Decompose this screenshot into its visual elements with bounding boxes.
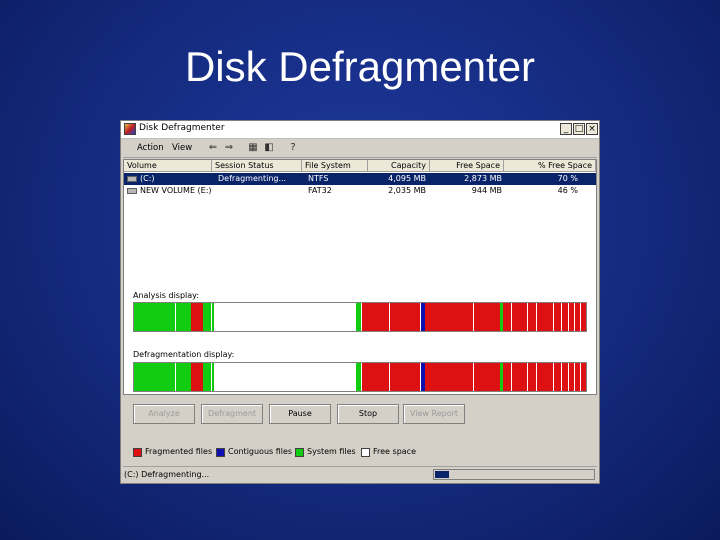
column-volume[interactable]: Volume — [124, 160, 212, 172]
file-system: FAT32 — [308, 186, 332, 195]
cluster-stripe-free — [210, 363, 212, 391]
cluster-stripe-free — [527, 303, 529, 331]
column-capacity[interactable]: Capacity — [368, 160, 430, 172]
legend-system-swatch — [295, 448, 304, 457]
percent-free: 46 % — [557, 186, 578, 195]
cluster-stripe-free — [536, 363, 538, 391]
stop-button[interactable]: Stop — [337, 404, 399, 424]
volume-list[interactable]: Volume Session Status File System Capaci… — [123, 159, 597, 395]
hard-drive-icon — [127, 188, 137, 194]
analysis-display-label: Analysis display: — [133, 291, 200, 300]
menu-action[interactable]: Action — [137, 143, 164, 153]
defrag-display-bar — [133, 362, 587, 392]
cluster-segment-system — [134, 363, 191, 391]
title-bar[interactable]: Disk Defragmenter _ □ × — [121, 121, 599, 139]
cluster-segment-fragmented — [190, 303, 204, 331]
cluster-segment-free — [214, 363, 357, 391]
cluster-segment-system — [203, 303, 214, 331]
forward-arrow-icon[interactable]: ⇒ — [223, 142, 235, 154]
legend-system-label: System files — [307, 447, 356, 456]
legend-free-label: Free space — [373, 447, 416, 456]
file-system: NTFS — [308, 174, 329, 183]
cluster-stripe-free — [527, 363, 529, 391]
free-space: 944 MB — [471, 186, 502, 195]
status-bar: (C:) Defragmenting... — [123, 466, 597, 482]
cluster-stripe-free — [579, 363, 581, 391]
cluster-stripe-free — [389, 303, 391, 331]
properties-icon[interactable]: ▦ — [247, 142, 259, 154]
analyze-button[interactable]: Analyze — [133, 404, 195, 424]
percent-free: 70 % — [557, 174, 578, 183]
maximize-button[interactable]: □ — [573, 123, 585, 135]
defrag-progress-bar — [433, 469, 595, 480]
cluster-segment-fragmented — [425, 303, 500, 331]
view-report-button[interactable]: View Report — [403, 404, 465, 424]
cluster-stripe-free — [573, 363, 575, 391]
volume-row-c[interactable]: (C:) Defragmenting... NTFS 4,095 MB 2,87… — [124, 173, 596, 185]
legend-free-swatch — [361, 448, 370, 457]
session-status: Defragmenting... — [218, 174, 287, 183]
cluster-stripe-free — [473, 303, 474, 331]
cluster-stripe-free — [511, 363, 513, 391]
volume-row-e[interactable]: NEW VOLUME (E:) FAT32 2,035 MB 944 MB 46… — [124, 185, 596, 197]
cluster-stripe-free — [210, 303, 212, 331]
defrag-progress-fill — [435, 471, 449, 478]
cluster-stripe-free — [579, 303, 581, 331]
column-percent-free[interactable]: % Free Space — [504, 160, 596, 172]
status-text: (C:) Defragmenting... — [124, 470, 210, 479]
window-title: Disk Defragmenter — [139, 123, 225, 133]
cluster-stripe-free — [553, 363, 555, 391]
cluster-stripe-free — [174, 363, 176, 391]
volume-name: (C:) — [140, 174, 155, 183]
cluster-segment-system — [134, 303, 191, 331]
cluster-stripe-free — [360, 303, 362, 331]
column-file-system[interactable]: File System — [302, 160, 368, 172]
minimize-button[interactable]: _ — [560, 123, 572, 135]
column-session-status[interactable]: Session Status — [212, 160, 302, 172]
defragment-button[interactable]: Defragment — [201, 404, 263, 424]
cluster-segment-system — [203, 363, 214, 391]
cluster-segment-free — [214, 303, 357, 331]
back-arrow-icon[interactable]: ⇐ — [207, 142, 219, 154]
capacity: 2,035 MB — [388, 186, 426, 195]
cluster-stripe-free — [573, 303, 575, 331]
cluster-stripe-free — [561, 363, 563, 391]
cluster-stripe-free — [536, 303, 538, 331]
cluster-stripe-free — [419, 303, 421, 331]
cluster-stripe-free — [567, 363, 569, 391]
legend-fragmented-label: Fragmented files — [145, 447, 213, 456]
slide-title: Disk Defragmenter — [184, 43, 536, 90]
cluster-stripe-free — [567, 303, 569, 331]
cluster-stripe-free — [553, 303, 555, 331]
analysis-display-bar — [133, 302, 587, 332]
menu-toolbar: Action View ⇐ ⇒ ▦ ◧ ? — [123, 140, 597, 158]
defrag-app-icon — [124, 123, 136, 135]
legend-contiguous-swatch — [216, 448, 225, 457]
close-button[interactable]: × — [586, 123, 598, 135]
console-tree-icon[interactable]: ◧ — [263, 142, 275, 154]
help-icon[interactable]: ? — [287, 142, 299, 154]
cluster-stripe-free — [360, 363, 362, 391]
cluster-stripe-free — [419, 363, 421, 391]
free-space: 2,873 MB — [464, 174, 502, 183]
cluster-segment-fragmented — [425, 363, 500, 391]
hard-drive-icon — [127, 176, 137, 182]
cluster-segment-fragmented — [190, 363, 204, 391]
column-free-space[interactable]: Free Space — [430, 160, 504, 172]
cluster-stripe-free — [174, 303, 176, 331]
volume-name: NEW VOLUME (E:) — [140, 186, 212, 195]
capacity: 4,095 MB — [388, 174, 426, 183]
cluster-stripe-free — [561, 303, 563, 331]
menu-view[interactable]: View — [172, 143, 192, 153]
pause-button[interactable]: Pause — [269, 404, 331, 424]
disk-defragmenter-window: Disk Defragmenter _ □ × Action View ⇐ ⇒ … — [120, 120, 600, 484]
cluster-stripe-free — [389, 363, 391, 391]
cluster-stripe-free — [473, 363, 474, 391]
defrag-display-label: Defragmentation display: — [133, 350, 235, 359]
cluster-stripe-free — [511, 303, 513, 331]
legend-fragmented-swatch — [133, 448, 142, 457]
legend-contiguous-label: Contiguous files — [228, 447, 293, 456]
